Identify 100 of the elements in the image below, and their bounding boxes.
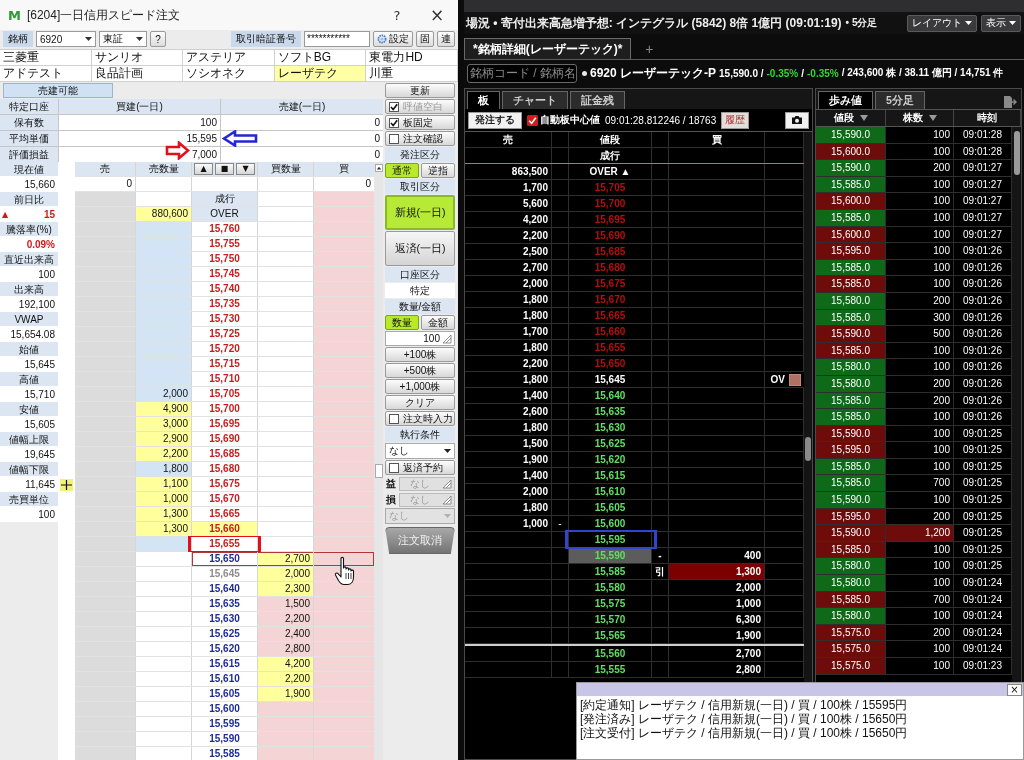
sell-order-cell[interactable] <box>75 747 135 760</box>
camera-button[interactable] <box>785 111 809 129</box>
toggle-button[interactable]: 数量 <box>385 315 419 330</box>
panel-tab[interactable]: 5分足 <box>875 91 925 109</box>
buy-order-cell[interactable] <box>314 447 374 461</box>
sell-order-cell[interactable] <box>75 477 135 491</box>
buy-order-cell[interactable] <box>314 342 374 356</box>
sell-order-cell[interactable] <box>75 507 135 521</box>
buy-order-cell[interactable] <box>314 417 374 431</box>
favorite-stock-button[interactable]: ソシオネク <box>183 66 275 82</box>
buy-order-cell[interactable] <box>314 717 374 731</box>
document-tab[interactable]: *銘柄詳細(レーザーテック)* <box>464 38 632 59</box>
sell-order-cell[interactable] <box>75 657 135 671</box>
scrollbar-thumb[interactable] <box>805 437 811 461</box>
place-order-button[interactable]: 発注する <box>468 111 522 129</box>
favorite-stock-button[interactable]: 良品計画 <box>91 66 184 82</box>
toggle-button[interactable]: 逆指 <box>421 163 455 178</box>
buy-order-cell[interactable] <box>314 357 374 371</box>
column-header[interactable]: 値段 <box>816 110 886 126</box>
history-button[interactable]: 履歴 <box>721 111 750 129</box>
checkbox-icon[interactable] <box>527 114 538 126</box>
sell-order-cell[interactable] <box>75 687 135 701</box>
sell-order-cell[interactable] <box>75 222 135 236</box>
sell-order-cell[interactable] <box>75 312 135 326</box>
buy-order-cell[interactable] <box>314 387 374 401</box>
buy-order-cell[interactable] <box>314 432 374 446</box>
help-button[interactable]: ? <box>150 31 166 47</box>
sell-order-cell[interactable] <box>75 207 135 221</box>
buy-order-cell[interactable] <box>314 537 374 551</box>
buy-order-cell[interactable] <box>314 252 374 266</box>
scroll-up-icon[interactable] <box>374 164 383 172</box>
option-checkbox[interactable]: 注文確認 <box>385 131 455 146</box>
sell-order-cell[interactable] <box>75 417 135 431</box>
buy-order-cell[interactable] <box>314 207 374 221</box>
favorite-stock-button[interactable]: 三菱重 <box>0 50 92 66</box>
sell-order-cell[interactable] <box>75 447 135 461</box>
buy-order-cell[interactable] <box>314 462 374 476</box>
search-field[interactable]: 銘柄コード / 銘柄名 <box>467 63 577 83</box>
settings-button[interactable]: 設定 <box>373 31 413 47</box>
buy-order-cell[interactable] <box>314 702 374 716</box>
sell-order-cell[interactable] <box>75 192 135 206</box>
favorite-stock-button[interactable]: サンリオ <box>91 50 184 66</box>
buy-order-cell[interactable] <box>314 687 374 701</box>
buy-order-cell[interactable] <box>314 477 374 491</box>
sell-order-cell[interactable] <box>75 282 135 296</box>
column-header[interactable]: 株数 <box>886 110 954 126</box>
favorite-stock-button[interactable]: ソフトBG <box>274 50 367 66</box>
side-button[interactable]: 更新 <box>385 83 455 98</box>
sell-order-cell[interactable] <box>75 432 135 446</box>
sell-order-cell[interactable] <box>75 717 135 731</box>
buy-order-cell[interactable] <box>314 522 374 536</box>
buy-order-cell[interactable] <box>314 267 374 281</box>
ladder-scroll-button[interactable]: ▲ <box>194 163 213 175</box>
favorite-stock-button[interactable]: アドテスト <box>0 66 92 82</box>
buy-order-cell[interactable] <box>314 237 374 251</box>
sell-order-cell[interactable] <box>75 252 135 266</box>
option-checkbox[interactable]: 板固定 <box>385 115 455 130</box>
close-button[interactable]: × <box>420 3 454 27</box>
favorite-stock-button[interactable]: レーザテク <box>274 66 367 82</box>
sell-order-cell[interactable] <box>75 567 135 581</box>
menu-button[interactable]: レイアウト <box>907 14 977 32</box>
sell-order-cell[interactable] <box>75 537 135 551</box>
buy-order-cell[interactable] <box>314 642 374 656</box>
buy-order-cell[interactable] <box>314 612 374 626</box>
sell-order-cell[interactable] <box>75 582 135 596</box>
buy-order-cell[interactable] <box>314 492 374 506</box>
export-icon[interactable] <box>1003 95 1017 109</box>
checkbox-icon[interactable] <box>389 462 399 473</box>
sell-order-cell[interactable] <box>75 702 135 716</box>
order-type-button[interactable]: 新規(一日) <box>385 195 455 230</box>
sell-order-cell[interactable] <box>75 342 135 356</box>
option-checkbox[interactable]: 返済予約 <box>385 460 455 475</box>
checkbox-icon[interactable] <box>389 117 399 128</box>
option-checkbox[interactable]: 注文時入力 <box>385 411 455 426</box>
buy-order-cell[interactable] <box>314 282 374 296</box>
add-tab-button[interactable]: + <box>639 39 660 59</box>
ladder-scroll-button[interactable]: ▼ <box>236 163 255 175</box>
sell-order-cell[interactable] <box>75 327 135 341</box>
help-button[interactable]: ? <box>380 3 414 27</box>
password-field[interactable]: *********** <box>304 31 370 47</box>
panel-tab[interactable]: 証金残 <box>570 91 625 109</box>
buy-order-cell[interactable] <box>314 672 374 686</box>
buy-order-cell[interactable] <box>314 507 374 521</box>
sell-order-cell[interactable] <box>75 522 135 536</box>
buy-order-cell[interactable] <box>314 552 374 566</box>
buy-order-cell[interactable] <box>314 402 374 416</box>
sell-order-cell[interactable] <box>75 642 135 656</box>
sell-order-cell[interactable] <box>75 297 135 311</box>
buy-order-cell[interactable] <box>314 627 374 641</box>
auto-center-checkbox[interactable]: 自動板中心値 <box>527 113 600 127</box>
buy-order-cell[interactable] <box>314 747 374 760</box>
favorite-stock-button[interactable]: アステリア <box>183 50 275 66</box>
buy-order-cell[interactable] <box>314 597 374 611</box>
toggle-button[interactable]: 通常 <box>385 163 419 178</box>
buy-order-cell[interactable] <box>314 657 374 671</box>
sell-order-cell[interactable] <box>75 612 135 626</box>
column-header[interactable]: 時刻 <box>954 110 1021 126</box>
sell-order-cell[interactable] <box>75 402 135 416</box>
sell-order-cell[interactable] <box>75 552 135 566</box>
side-button[interactable]: +1,000株 <box>385 379 455 394</box>
